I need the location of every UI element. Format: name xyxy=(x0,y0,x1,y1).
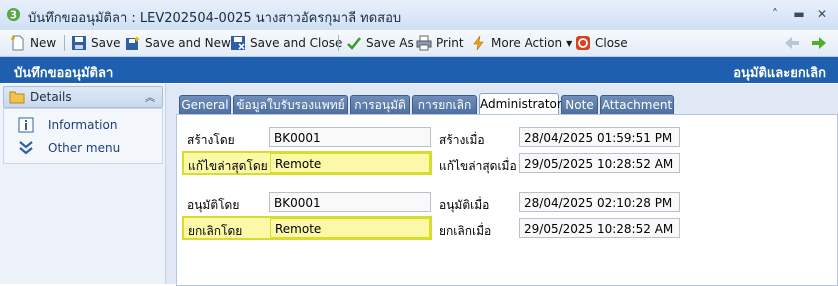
save-as-button[interactable]: Save As xyxy=(346,33,414,53)
close-label: Close xyxy=(595,36,628,50)
new-label: New xyxy=(30,36,57,50)
created-at-label: สร้างเมื่อ xyxy=(439,133,485,147)
approved-by-label: อนุมัติโดย xyxy=(187,198,240,212)
save-and-new-button[interactable]: Save and New xyxy=(125,33,231,53)
created-at-field[interactable]: 28/04/2025 01:59:51 PM xyxy=(519,127,680,147)
maximize-button[interactable]: ▬ xyxy=(790,5,808,23)
svg-text:3: 3 xyxy=(10,9,17,21)
form-header-bar: บันทึกขออนุมัติลา อนุมัติและยกเลิก xyxy=(0,57,838,83)
modified-at-label: แก้ไขล่าสุดเมื่อ xyxy=(439,159,517,173)
floppy-disk-icon xyxy=(72,36,86,50)
cancelled-by-label: ยกเลิกโดย xyxy=(188,224,243,238)
modified-by-label: แก้ไขล่าสุดโดย xyxy=(188,159,268,173)
more-action-label: More Action xyxy=(491,36,563,50)
checkmark-icon xyxy=(347,37,361,50)
tab-note[interactable]: Note xyxy=(561,95,598,115)
nav-item-label: Information xyxy=(48,118,118,132)
created-by-field[interactable]: BK0001 xyxy=(269,127,431,147)
lightning-icon xyxy=(473,35,484,51)
tab-cancellation[interactable]: การยกเลิก xyxy=(412,95,477,115)
save-button[interactable]: Save xyxy=(71,33,120,53)
nav-item-information[interactable]: Information xyxy=(18,117,117,133)
modified-by-field[interactable]: Remote xyxy=(270,153,430,173)
approved-by-field[interactable]: BK0001 xyxy=(269,192,431,212)
back-arrow-icon[interactable] xyxy=(784,36,800,50)
details-group-body: Information Other menu xyxy=(3,108,163,164)
collapse-chevron-icon[interactable]: ︽ xyxy=(145,89,155,104)
save-close-icon xyxy=(231,36,245,50)
tab-approval[interactable]: การอนุมัติ xyxy=(350,95,410,115)
title-bar: 3 บันทึกขออนุมัติลา : LEV202504-0025 นาง… xyxy=(0,0,838,31)
toolbar: New Save Save and New Save and Close Sav… xyxy=(0,30,838,57)
details-group-header[interactable]: Details ︽ xyxy=(3,86,163,108)
tab-medical-certificate[interactable]: ข้อมูลใบรับรองแพทย์ xyxy=(233,95,348,115)
new-document-icon xyxy=(11,35,24,51)
info-icon xyxy=(18,117,34,133)
dropdown-arrow-icon: ▼ xyxy=(566,38,573,48)
cancelled-at-field[interactable]: 29/05/2025 10:28:52 AM xyxy=(519,218,680,238)
toolbar-separator xyxy=(338,35,339,51)
tab-attachment[interactable]: Attachment xyxy=(600,95,674,115)
cancelled-at-label: ยกเลิกเมื่อ xyxy=(439,224,492,238)
toolbar-separator xyxy=(64,35,65,51)
save-label: Save xyxy=(91,36,121,50)
modified-at-field[interactable]: 29/05/2025 10:28:52 AM xyxy=(519,153,680,173)
print-label: Print xyxy=(436,36,464,50)
approved-at-label: อนุมัติเมื่อ xyxy=(439,198,490,212)
nav-item-other-menu[interactable]: Other menu xyxy=(18,140,120,156)
save-new-icon xyxy=(126,36,140,50)
close-window-button[interactable]: ✕ xyxy=(813,5,831,23)
forward-arrow-icon[interactable] xyxy=(811,36,827,50)
created-by-label: สร้างโดย xyxy=(187,133,235,147)
printer-icon xyxy=(416,35,432,51)
folder-icon xyxy=(9,91,25,104)
save-and-new-label: Save and New xyxy=(145,36,231,50)
save-and-close-button[interactable]: Save and Close xyxy=(230,33,342,53)
approved-at-field[interactable]: 28/04/2025 02:10:28 PM xyxy=(519,192,680,212)
double-chevron-down-icon xyxy=(19,141,33,155)
save-as-label: Save As xyxy=(366,36,414,50)
left-nav-panel: Details ︽ Information Other menu xyxy=(0,84,166,284)
form-section-title: อนุมัติและยกเลิก xyxy=(733,66,826,81)
more-action-dropdown[interactable]: More Action ▼ xyxy=(471,33,572,53)
print-button[interactable]: Print xyxy=(416,33,464,53)
new-button[interactable]: New xyxy=(10,33,56,53)
nav-item-label: Other menu xyxy=(48,141,121,155)
close-circle-icon xyxy=(576,36,590,50)
cancelled-by-field[interactable]: Remote xyxy=(270,218,430,238)
tab-general[interactable]: General xyxy=(179,95,231,115)
save-and-close-label: Save and Close xyxy=(250,36,343,50)
tab-administrator[interactable]: Administrator xyxy=(479,93,562,115)
collapse-ribbon-button[interactable]: ˄ xyxy=(766,5,784,23)
window-title: บันทึกขออนุมัติลา : LEV202504-0025 นางสา… xyxy=(28,11,402,26)
app-logo-icon: 3 xyxy=(6,7,21,21)
close-button[interactable]: Close xyxy=(575,33,628,53)
details-group-label: Details xyxy=(30,90,72,104)
form-title: บันทึกขออนุมัติลา xyxy=(14,66,114,81)
